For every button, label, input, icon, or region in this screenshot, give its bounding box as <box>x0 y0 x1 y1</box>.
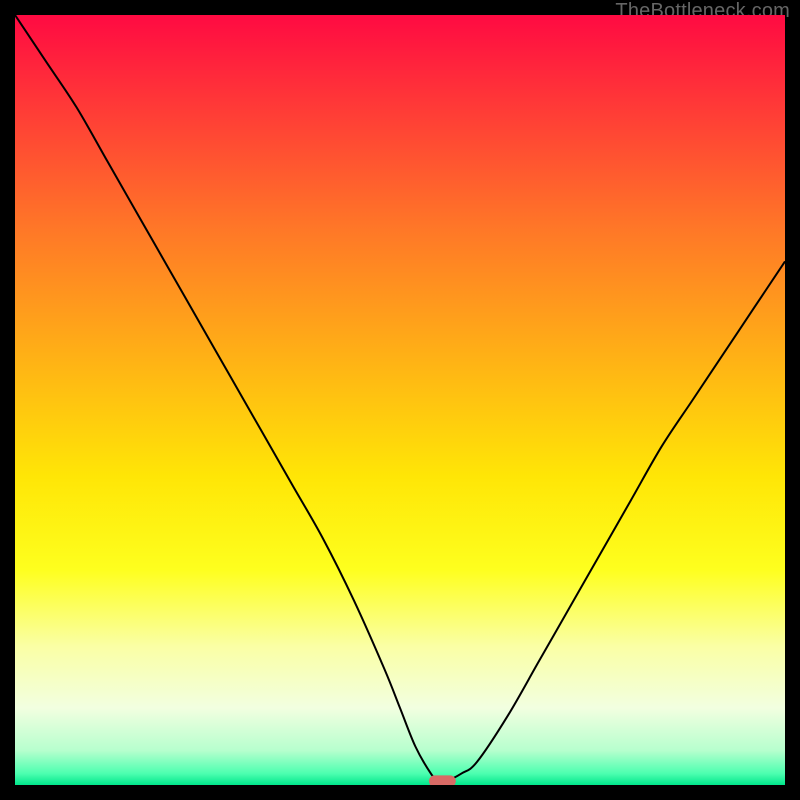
optimum-marker <box>429 775 456 785</box>
chart-background <box>15 15 785 785</box>
chart-frame: { "attribution": "TheBottleneck.com", "c… <box>0 0 800 800</box>
plot-area <box>15 15 785 785</box>
chart-svg <box>15 15 785 785</box>
